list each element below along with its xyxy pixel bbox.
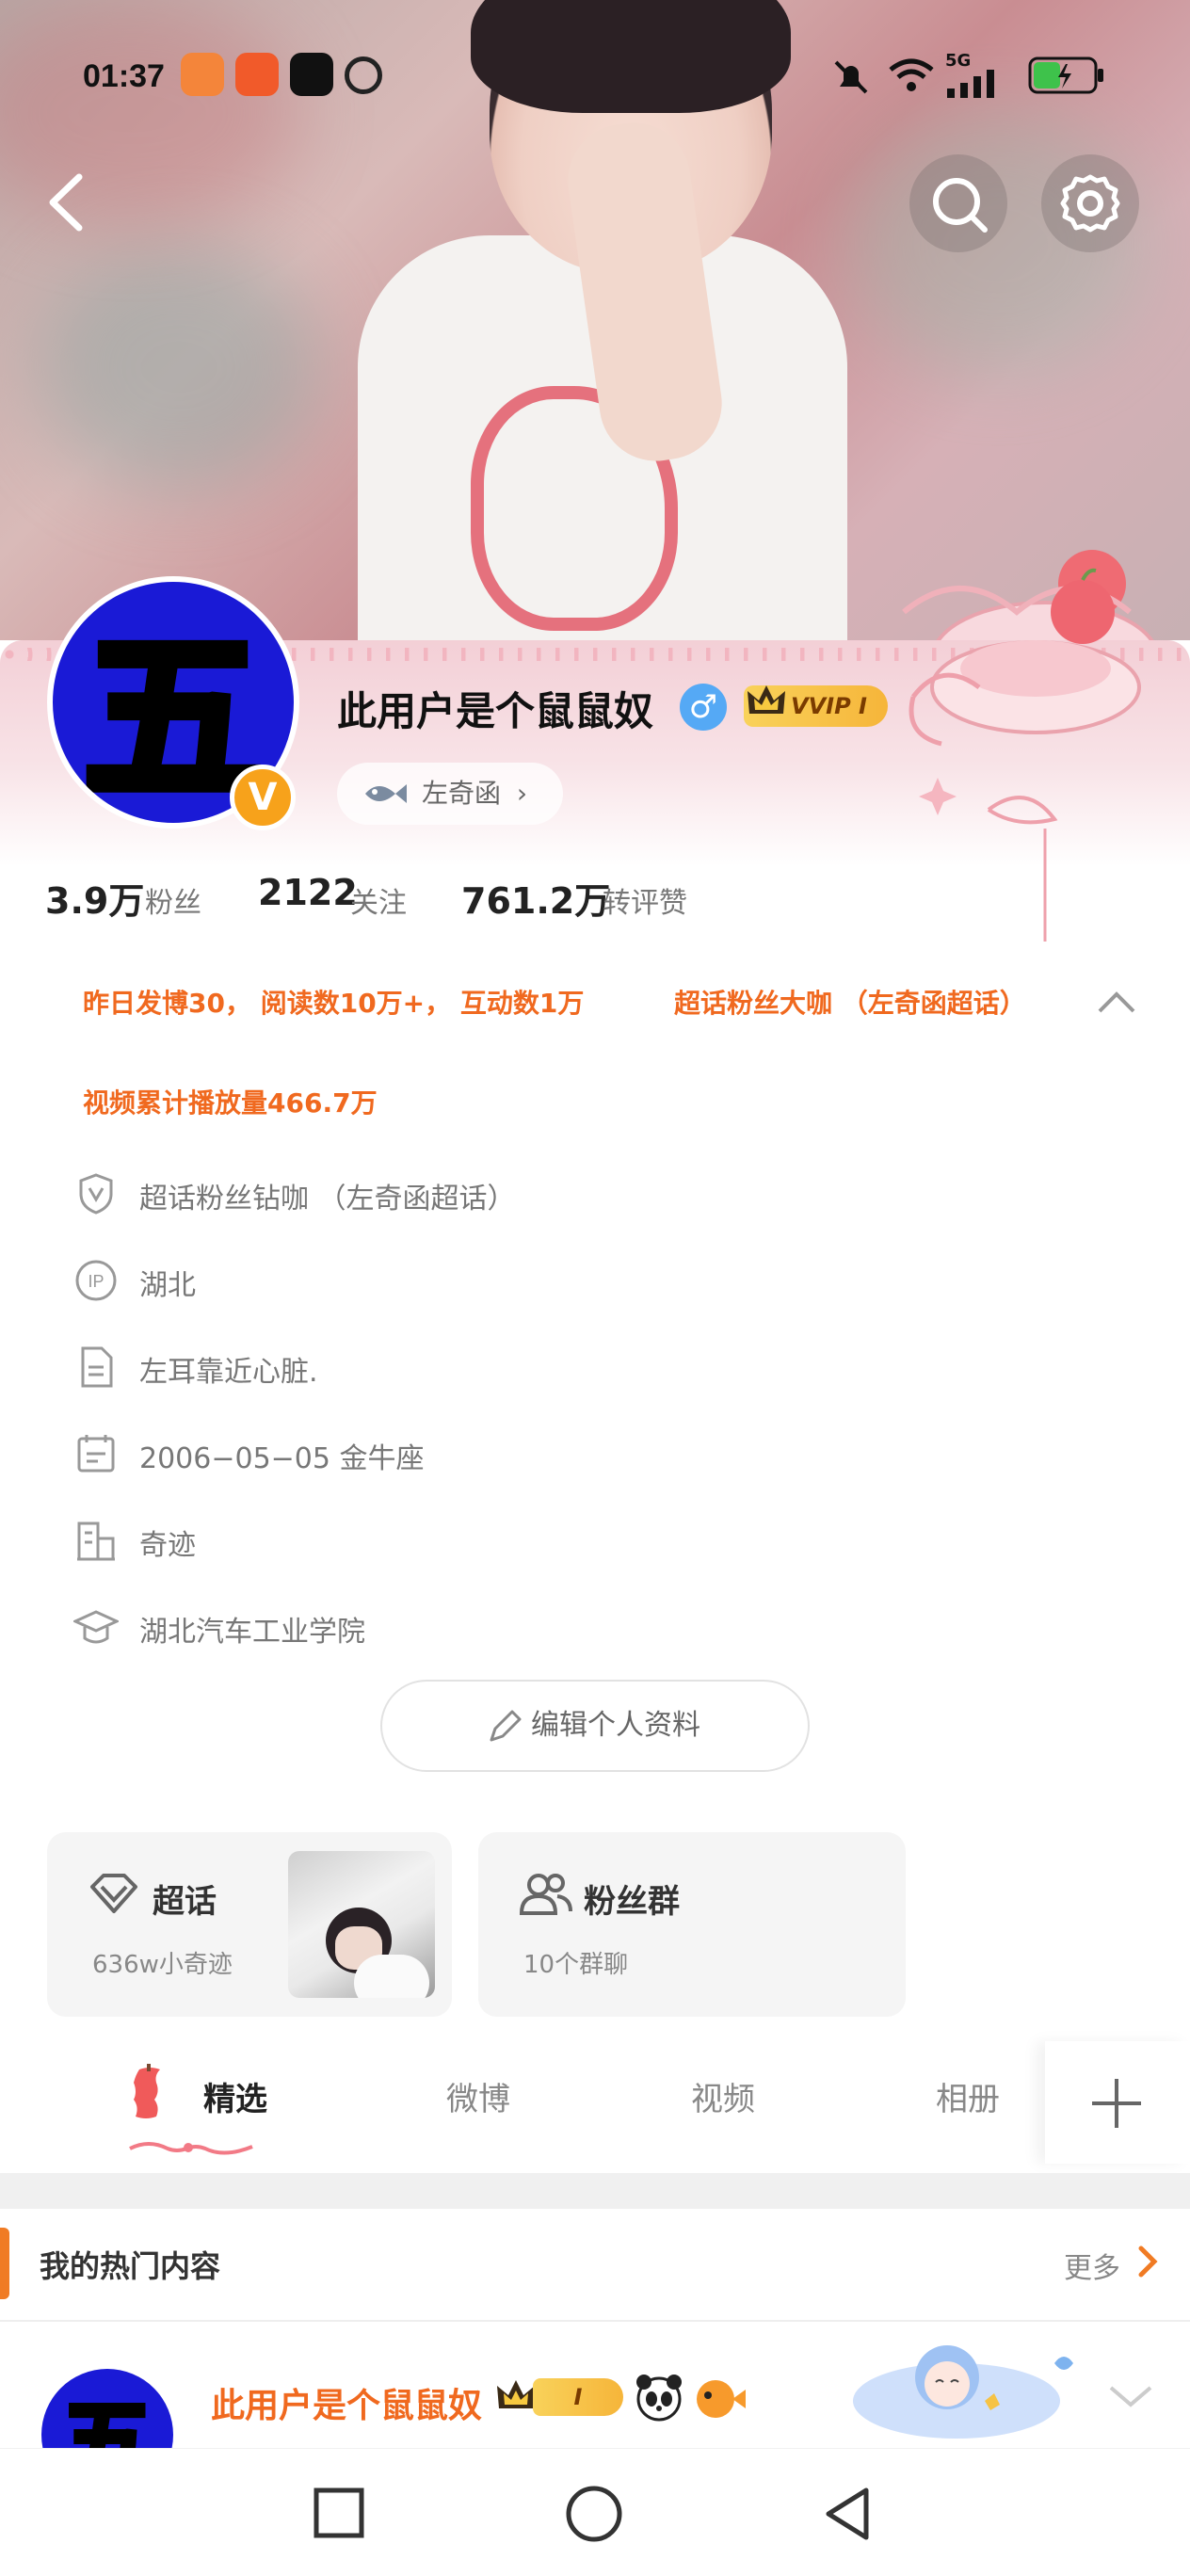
section-divider [0,2173,1190,2209]
post-author-name[interactable]: 此用户是个鼠鼠奴 [211,2378,482,2427]
graduation-cap-icon [73,1610,119,1644]
group-users-icon [520,1874,572,1915]
vvip-label: VVIP I [791,693,867,719]
ip-icon: IP [75,1260,117,1301]
interactions-label[interactable]: 转评赞 [603,879,687,921]
info-row-birthday: 2006−05−05 金牛座 [73,1425,921,1482]
crown-icon [497,2380,535,2408]
more-link[interactable]: 更多 [1064,2245,1120,2286]
search-icon [933,178,988,233]
calendar-icon [77,1435,115,1473]
post-vip-badge: I [533,2378,623,2416]
recents-square-icon[interactable] [313,2487,365,2539]
tab-active-ribbon-indicator [129,2142,253,2155]
notification-app-icon [181,53,224,96]
info-school-text: 湖北汽车工业学院 [139,1616,365,1649]
info-company-text: 奇迹 [139,1529,196,1562]
post-vip-label: I [573,2384,583,2410]
search-button[interactable] [909,154,1007,252]
supertopic-card-title: 超话 [153,1883,217,1921]
section-accent-bar [0,2228,9,2299]
ribbon-cake-decoration-icon [909,568,1141,942]
apple-core-icon [134,2064,160,2118]
tab-video[interactable]: 视频 [691,2073,755,2119]
chevron-down-icon[interactable] [1107,2382,1154,2410]
supertopic-rank-text[interactable]: 超话粉丝大咖 （左奇函超话） [674,983,1026,1021]
info-ip-text: 湖北 [139,1269,196,1302]
company-icon [77,1521,115,1561]
anime-mascot-decoration-icon [853,2345,1073,2439]
interactions-count[interactable]: 761.2万 [461,872,610,924]
tag-label: 左奇函 [422,778,502,809]
home-circle-icon[interactable] [565,2485,623,2543]
supertopic-card[interactable]: 超话 636w小奇迹 [47,1832,452,2017]
panda-icon [636,2375,682,2422]
following-label[interactable]: 关注 [350,879,407,921]
info-row-ip: IP 湖北 [73,1252,921,1309]
edit-profile-label: 编辑个人资料 [531,1709,700,1742]
row-separator [0,2320,1190,2322]
back-triangle-icon[interactable] [821,2485,874,2543]
following-count[interactable]: 2122 [258,872,358,913]
add-tab-button[interactable] [1045,2041,1190,2164]
system-navigation-bar [0,2448,1190,2576]
diamond-icon [90,1874,137,1913]
settings-button[interactable] [1041,154,1139,252]
network-type: 5G [945,51,972,71]
video-plays-text: 视频累计播放量466.7万 [83,1087,378,1119]
followers-count[interactable]: 3.9万 [45,872,144,924]
verified-badge: V [230,765,296,830]
pencil-icon [490,1710,522,1742]
document-icon [81,1346,113,1388]
tab-weibo[interactable]: 微博 [446,2073,510,2119]
chevron-right-icon[interactable] [1135,2243,1160,2280]
supertopic-thumbnail [288,1851,435,1998]
info-row-school: 湖北汽车工业学院 [73,1599,921,1655]
tab-featured[interactable]: 精选 [203,2073,267,2119]
fan-group-card-subtitle: 10个群聊 [523,1951,629,1979]
battery-icon [1028,56,1103,94]
info-bio-text: 左耳靠近心脏. [139,1356,318,1389]
followers-label[interactable]: 粉丝 [145,879,201,921]
info-row-supertopic[interactable]: 超话粉丝钻咖 （左奇函超话） [73,1166,921,1222]
pufferfish-icon [697,2380,746,2418]
chevron-up-icon[interactable] [1096,987,1137,1015]
info-row-bio: 左耳靠近心脏. [73,1339,921,1395]
notification-app-icon [345,56,382,94]
fan-group-card[interactable]: 粉丝群 10个群聊 [478,1832,906,2017]
plus-icon [1092,2079,1141,2128]
hot-content-title: 我的热门内容 [40,2248,221,2284]
info-birthday-text: 2006−05−05 金牛座 [139,1442,425,1475]
supertopic-card-subtitle: 636w小奇迹 [92,1951,233,1979]
profile-name: 此用户是个鼠鼠奴 [337,688,654,734]
supertopic-tag[interactable]: 左奇函 › [337,763,563,825]
daily-activity-text: 昨日发博30， 阅读数10万+， 互动数1万 [83,988,585,1019]
svg-text:IP: IP [88,1272,104,1291]
fish-icon [365,784,407,803]
info-row-company: 奇迹 [73,1512,921,1569]
gear-icon [1060,174,1120,233]
wifi-icon [889,58,934,91]
info-supertopic-text: 超话粉丝钻咖 （左奇函超话） [139,1183,516,1216]
status-time: 01:37 [83,58,165,94]
notification-app-icon [290,53,333,96]
edit-profile-button[interactable]: 编辑个人资料 [380,1680,810,1772]
male-gender-icon: ♂ [680,684,727,731]
notification-app-icon [235,53,279,96]
signal-icon [947,70,994,98]
status-bar: 01:37 5G [0,38,1190,113]
back-arrow-icon[interactable] [38,160,94,245]
tab-album[interactable]: 相册 [936,2073,1000,2119]
tag-chevron: › [516,778,528,809]
mute-bell-icon [834,60,868,94]
shield-v-icon [79,1173,113,1215]
crown-icon [748,685,785,714]
fan-group-card-title: 粉丝群 [584,1883,680,1921]
